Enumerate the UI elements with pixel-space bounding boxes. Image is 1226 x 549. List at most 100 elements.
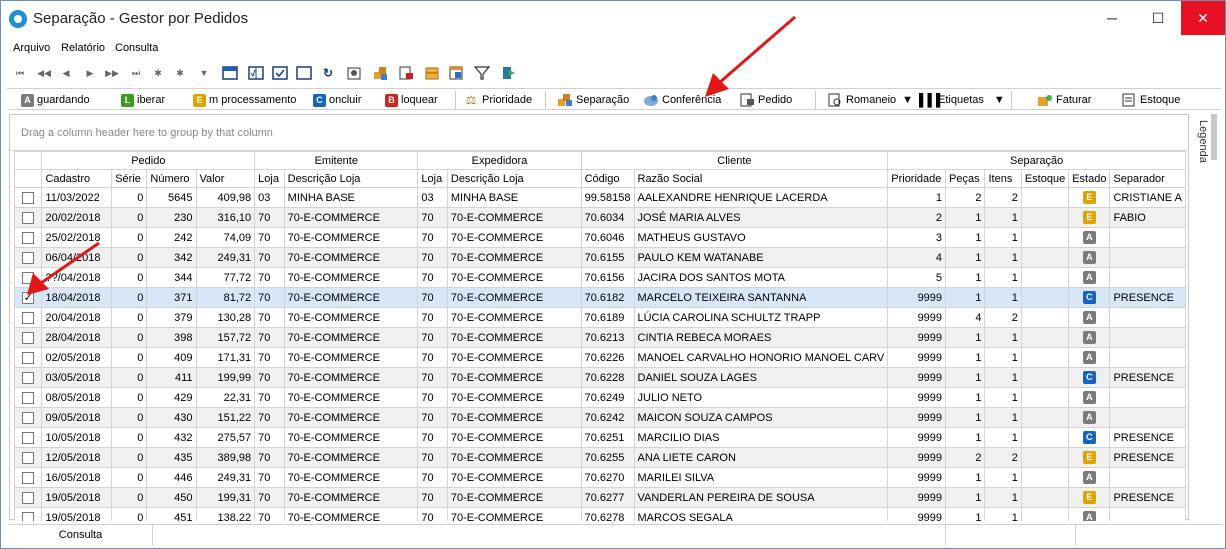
cell-serie[interactable]: 0 [111,467,148,488]
cell-loja-expedidora[interactable]: 70 [417,287,448,308]
cell-serie[interactable]: 0 [111,447,148,468]
cell-estado[interactable]: E [1068,187,1111,208]
column-header-cadastro[interactable]: Cadastro [41,169,113,188]
conferencia-button[interactable]: Conferência [643,92,721,108]
cell-codigo[interactable]: 70.6228 [580,367,635,388]
column-header-check[interactable] [14,169,43,188]
table-row[interactable]: 10/05/2018 0 432 275,57 70 70-E-COMMERCE 70 70-… [14,427,1186,448]
cell-pecas[interactable]: 1 [945,467,986,488]
column-header-numero[interactable]: Número [146,169,197,188]
insert-icon[interactable]: ✱ [149,64,167,82]
table-row[interactable]: 20/02/2018 0 230 316,10 70 70-E-COMMERCE 70 70-… [14,207,1186,228]
cell-prioridade[interactable]: 5 [887,267,947,288]
cell-valor[interactable]: 199,31 [195,487,256,508]
separacao-button[interactable]: Separação [557,92,629,108]
row-checkbox-cell[interactable] [14,227,43,248]
cell-loja-emitente[interactable]: 70 [254,267,285,288]
cell-loja-emitente[interactable]: 70 [254,447,285,468]
row-checkbox-cell[interactable] [14,447,43,468]
cell-separador[interactable]: PRESENCE [1109,287,1186,308]
cell-itens[interactable]: 2 [984,307,1022,328]
cell-estoque[interactable] [1020,447,1070,468]
cell-razao-social[interactable]: MARILEI SILVA [633,467,889,488]
row-checkbox-cell[interactable] [14,267,43,288]
cell-estoque[interactable] [1020,427,1070,448]
cell-numero[interactable]: 451 [146,507,197,521]
check-column-icon[interactable] [247,64,265,82]
maximize-button[interactable]: ☐ [1135,1,1181,35]
orders-grid[interactable]: Pedido Emitente Expedidora Cliente Separ… [14,151,1186,521]
row-checkbox[interactable] [22,411,35,424]
row-checkbox[interactable] [22,451,35,464]
cell-valor[interactable]: 409,98 [195,187,256,208]
cell-razao-social[interactable]: MANOEL CARVALHO HONORIO MANOEL CARV [633,347,889,368]
cell-pecas[interactable]: 1 [945,427,986,448]
cell-itens[interactable]: 1 [984,407,1022,428]
cell-estado[interactable]: A [1068,247,1111,268]
cell-separador[interactable]: FABIO [1109,207,1186,228]
cell-serie[interactable]: 0 [111,247,148,268]
cell-descricao-loja-expedidora[interactable]: 70-E-COMMERCE [446,427,582,448]
cell-estado[interactable]: A [1068,467,1111,488]
cell-descricao-loja-expedidora[interactable]: 70-E-COMMERCE [446,227,582,248]
cell-razao-social[interactable]: JULIO NETO [633,387,889,408]
cell-loja-emitente[interactable]: 70 [254,427,285,448]
cell-numero[interactable]: 242 [146,227,197,248]
cell-cadastro[interactable]: 28/04/2018 [41,327,113,348]
cell-pecas[interactable]: 4 [945,307,986,328]
cell-loja-emitente[interactable]: 70 [254,227,285,248]
next-page-icon[interactable]: ▶▶ [103,64,121,82]
cell-codigo[interactable]: 70.6278 [580,507,635,521]
row-checkbox-cell[interactable] [14,467,43,488]
cell-separador[interactable] [1109,267,1186,288]
close-button[interactable]: ✕ [1181,1,1225,35]
uncheck-all-icon[interactable] [295,64,313,82]
cell-loja-expedidora[interactable]: 70 [417,247,448,268]
row-checkbox[interactable] [22,431,35,444]
cell-itens[interactable]: 1 [984,387,1022,408]
cell-loja-emitente[interactable]: 70 [254,407,285,428]
cell-razao-social[interactable]: JOSÉ MARIA ALVES [633,207,889,228]
cell-descricao-loja-expedidora[interactable]: MINHA BASE [446,187,582,208]
cell-cadastro[interactable]: 03/05/2018 [41,367,113,388]
refresh-icon[interactable]: ↻ [319,64,337,82]
cell-itens[interactable]: 1 [984,367,1022,388]
cell-estoque[interactable] [1020,207,1070,228]
vertical-scrollbar-thumb[interactable] [1211,114,1217,160]
cell-descricao-loja-emitente[interactable]: 70-E-COMMERCE [283,387,419,408]
cell-cadastro[interactable]: 06/04/2018 [41,247,113,268]
cell-razao-social[interactable]: MARCELO TEIXEIRA SANTANNA [633,287,889,308]
row-checkbox-cell[interactable] [14,367,43,388]
prioridade-button[interactable]: ⚖ Prioridade [463,92,533,108]
cell-prioridade[interactable]: 9999 [887,307,947,328]
cell-loja-expedidora[interactable]: 70 [417,387,448,408]
concluir-button[interactable]: C oncluir [313,92,361,108]
cell-separador[interactable] [1109,307,1186,328]
row-checkbox[interactable] [22,351,35,364]
cell-pecas[interactable]: 1 [945,347,986,368]
cell-estoque[interactable] [1020,307,1070,328]
table-row[interactable]: 08/05/2018 0 429 22,31 70 70-E-COMMERCE 70 70-E… [14,387,1186,408]
cell-estoque[interactable] [1020,347,1070,368]
cell-valor[interactable]: 22,31 [195,387,256,408]
cell-descricao-loja-expedidora[interactable]: 70-E-COMMERCE [446,487,582,508]
cell-codigo[interactable]: 70.6226 [580,347,635,368]
cell-cadastro[interactable]: 19/05/2018 [41,487,113,508]
row-checkbox[interactable] [22,471,35,484]
column-header-pecas[interactable]: Peças [945,169,986,188]
cell-prioridade[interactable]: 9999 [887,407,947,428]
cell-estado[interactable]: A [1068,407,1111,428]
cell-prioridade[interactable]: 9999 [887,367,947,388]
archive-icon[interactable] [423,64,441,82]
cell-razao-social[interactable]: MATHEUS GUSTAVO [633,227,889,248]
cell-loja-emitente[interactable]: 70 [254,367,285,388]
cell-itens[interactable]: 1 [984,207,1022,228]
table-row[interactable]: ✓ 18/04/2018 0 371 81,72 70 70-E-COMMERCE 70 70-… [14,287,1186,308]
cell-prioridade[interactable]: 3 [887,227,947,248]
row-checkbox[interactable]: ✓ [22,291,35,304]
row-checkbox-cell[interactable] [14,207,43,228]
cell-loja-emitente[interactable]: 70 [254,327,285,348]
cell-codigo[interactable]: 70.6255 [580,447,635,468]
cell-valor[interactable]: 171,31 [195,347,256,368]
cell-prioridade[interactable]: 9999 [887,327,947,348]
